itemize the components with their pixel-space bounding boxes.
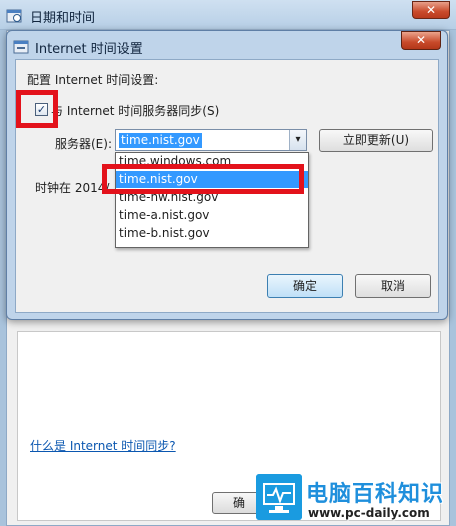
server-value[interactable]: time.nist.gov — [119, 133, 202, 148]
option-highlight-box — [102, 164, 304, 194]
server-combobox[interactable]: time.nist.gov ▾ — [115, 129, 307, 151]
outer-titlebar: 日期和时间 ✕ — [0, 0, 456, 30]
chevron-down-icon[interactable]: ▾ — [289, 130, 306, 150]
watermark-title: 电脑百科知识 — [306, 482, 445, 507]
dialog-title: Internet 时间设置 — [35, 42, 143, 57]
checkbox-highlight-box — [16, 90, 58, 128]
watermark: 电脑百科知识 www.pc-daily.com — [256, 474, 456, 526]
dropdown-option[interactable]: time-b.nist.gov — [116, 225, 308, 242]
outer-window-title: 日期和时间 — [30, 11, 96, 26]
outer-close-button[interactable]: ✕ — [412, 1, 450, 19]
watermark-url: www.pc-daily.com — [308, 506, 430, 520]
dropdown-option[interactable]: time-a.nist.gov — [116, 207, 308, 224]
date-time-icon — [6, 9, 22, 23]
settings-icon — [13, 40, 29, 54]
dialog-close-button[interactable]: ✕ — [401, 31, 441, 50]
cancel-button[interactable]: 取消 — [355, 274, 431, 298]
config-label: 配置 Internet 时间设置: — [27, 73, 159, 87]
update-now-button[interactable]: 立即更新(U) — [319, 129, 433, 152]
sync-label[interactable]: 与 Internet 时间服务器同步(S) — [51, 102, 219, 119]
help-link[interactable]: 什么是 Internet 时间同步? — [30, 437, 176, 454]
ok-button[interactable]: 确定 — [267, 274, 343, 298]
monitor-logo-icon — [256, 474, 302, 520]
clock-status-text: 时钟在 2014/ — [35, 181, 110, 195]
server-label: 服务器(E): — [55, 137, 112, 151]
